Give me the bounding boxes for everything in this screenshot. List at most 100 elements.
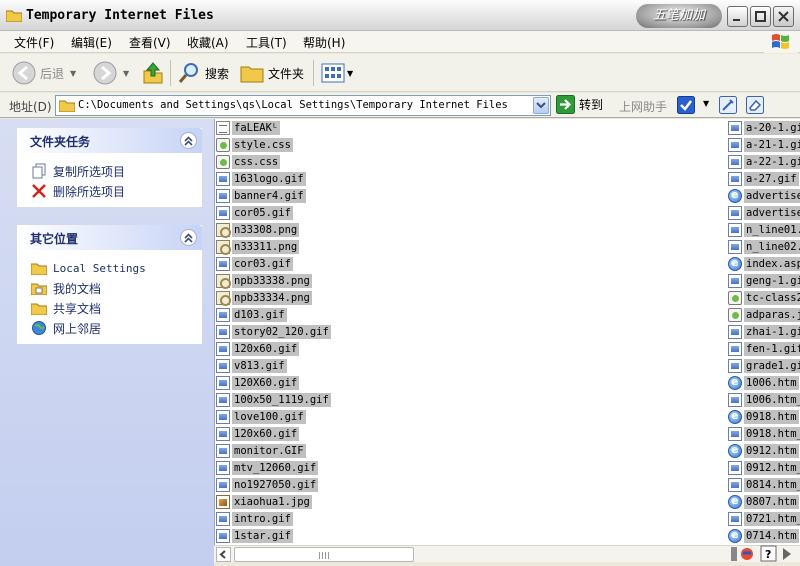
file-item[interactable]: 0918.htm_ — [728, 425, 800, 442]
file-list-view[interactable]: faLEAKᴸ style.css css.css 163logo.gif banner… — [214, 119, 800, 545]
menu-view[interactable]: 查看(V) — [129, 34, 171, 51]
file-item[interactable]: n_line02. — [728, 238, 800, 255]
web-assistant-label[interactable]: 上网助手 — [619, 98, 667, 115]
file-item[interactable]: 0814.htm_ — [728, 476, 800, 493]
file-item[interactable]: 120x60.gif — [216, 340, 331, 357]
collapse-chevron-icon[interactable] — [180, 132, 197, 149]
place-local-settings[interactable]: Local Settings — [17, 258, 202, 278]
file-item[interactable]: geng-1.gi — [728, 272, 800, 289]
place-network[interactable]: 网上邻居 — [17, 318, 202, 338]
file-item[interactable]: npb33334.png — [216, 289, 331, 306]
address-dropdown-button[interactable] — [533, 97, 549, 114]
file-name: advertise — [744, 188, 800, 203]
menu-favorites[interactable]: 收藏(A) — [187, 34, 229, 51]
file-item[interactable]: npb33338.png — [216, 272, 331, 289]
image-file-icon — [216, 443, 230, 458]
helper-dropdown-icon[interactable]: ▼ — [703, 99, 709, 108]
file-item[interactable]: intro.gif — [216, 510, 331, 527]
file-item[interactable]: 100x50_1119.gif — [216, 391, 331, 408]
image-file-icon — [728, 171, 742, 186]
views-button[interactable]: ▼ — [321, 59, 353, 87]
file-item[interactable]: a-21-1.gi — [728, 136, 800, 153]
file-item[interactable]: 120x60.gif — [216, 425, 331, 442]
file-item[interactable]: a-22-1.gi — [728, 153, 800, 170]
forward-button[interactable]: ▼ — [93, 59, 129, 87]
file-item[interactable]: no1927050.gif — [216, 476, 331, 493]
scroll-left-button[interactable] — [216, 547, 231, 562]
scroll-thumb[interactable] — [234, 547, 414, 562]
file-item[interactable]: faLEAKᴸ — [216, 119, 331, 136]
file-item[interactable]: 120X60.gif — [216, 374, 331, 391]
file-item[interactable]: n_line01. — [728, 221, 800, 238]
menu-edit[interactable]: 编辑(E) — [71, 34, 112, 51]
file-item[interactable]: mtv_12060.gif — [216, 459, 331, 476]
file-item[interactable]: cor05.gif — [216, 204, 331, 221]
tools-button[interactable] — [719, 96, 737, 114]
back-dropdown-icon[interactable]: ▼ — [70, 69, 76, 78]
file-item[interactable]: story02_120.gif — [216, 323, 331, 340]
copy-selected-task[interactable]: 复制所选项目 — [17, 161, 202, 181]
file-item[interactable]: monitor.GIF — [216, 442, 331, 459]
file-item[interactable]: n33311.png — [216, 238, 331, 255]
eraser-icon — [746, 96, 764, 114]
address-input[interactable]: C:\Documents and Settings\qs\Local Setti… — [55, 95, 551, 116]
file-item[interactable]: cor03.gif — [216, 255, 331, 272]
file-item[interactable]: css.css — [216, 153, 331, 170]
folder-tasks-header[interactable]: 文件夹任务 — [17, 128, 202, 153]
place-shared-documents[interactable]: 共享文档 — [17, 298, 202, 318]
horizontal-scrollbar[interactable] — [214, 545, 800, 562]
file-item[interactable]: advertise — [728, 187, 800, 204]
file-item[interactable]: zhai-1.gi — [728, 323, 800, 340]
file-item[interactable]: 1006.htm_ — [728, 391, 800, 408]
file-item[interactable]: 1star.gif — [216, 527, 331, 544]
file-item[interactable]: v813.gif — [216, 357, 331, 374]
menu-help[interactable]: 帮助(H) — [303, 34, 345, 51]
image-file-icon — [728, 239, 742, 254]
up-button[interactable] — [142, 59, 164, 87]
views-dropdown-icon[interactable]: ▼ — [347, 69, 353, 78]
file-item[interactable]: a-20-1.gi — [728, 119, 800, 136]
menu-file[interactable]: 文件(F) — [14, 34, 54, 51]
maximize-button[interactable] — [750, 6, 771, 27]
minimize-button[interactable] — [727, 6, 748, 27]
file-item[interactable]: 1006.htm — [728, 374, 800, 391]
file-item[interactable]: advertise — [728, 204, 800, 221]
search-button[interactable]: 搜索 — [177, 59, 229, 87]
menu-tools[interactable]: 工具(T) — [246, 34, 287, 51]
file-item[interactable]: xiaohua1.jpg — [216, 493, 331, 510]
collapse-chevron-icon[interactable] — [180, 229, 197, 246]
file-item[interactable]: banner4.gif — [216, 187, 331, 204]
file-item[interactable]: index.asp — [728, 255, 800, 272]
file-item[interactable]: 0918.htm — [728, 408, 800, 425]
file-item[interactable]: fen-1.gif — [728, 340, 800, 357]
file-item[interactable]: d103.gif — [216, 306, 331, 323]
file-item[interactable]: 163logo.gif — [216, 170, 331, 187]
image-file-icon — [728, 222, 742, 237]
file-item[interactable]: 0714.htm — [728, 527, 800, 544]
file-item[interactable]: grade1.gi — [728, 357, 800, 374]
eraser-button[interactable] — [746, 96, 764, 114]
ime-status-icons[interactable]: ? — [731, 544, 797, 564]
html-document-icon — [728, 256, 742, 271]
file-item[interactable]: tc-class2 — [728, 289, 800, 306]
stylesheet-icon — [216, 137, 230, 152]
file-item[interactable]: 0912.htm — [728, 442, 800, 459]
file-item[interactable]: adparas.j — [728, 306, 800, 323]
forward-dropdown-icon[interactable]: ▼ — [123, 69, 129, 78]
other-places-header[interactable]: 其它位置 — [17, 225, 202, 250]
file-item[interactable]: 0721.htm_ — [728, 510, 800, 527]
file-item[interactable]: style.css — [216, 136, 331, 153]
close-button[interactable] — [773, 6, 794, 27]
back-button[interactable]: 后退 ▼ — [12, 59, 76, 87]
title-bar[interactable]: Temporary Internet Files 五笔加加 — [0, 0, 800, 31]
place-my-documents[interactable]: 我的文档 — [17, 278, 202, 298]
folders-button[interactable]: 文件夹 — [240, 59, 304, 87]
file-item[interactable]: a-27.gif — [728, 170, 800, 187]
file-item[interactable]: n33308.png — [216, 221, 331, 238]
check-button[interactable] — [677, 96, 695, 114]
delete-selected-task[interactable]: 删除所选项目 — [17, 181, 202, 201]
file-item[interactable]: 0912.htm_ — [728, 459, 800, 476]
go-button[interactable]: 转到 — [556, 95, 603, 114]
file-item[interactable]: 0807.htm — [728, 493, 800, 510]
file-item[interactable]: love100.gif — [216, 408, 331, 425]
